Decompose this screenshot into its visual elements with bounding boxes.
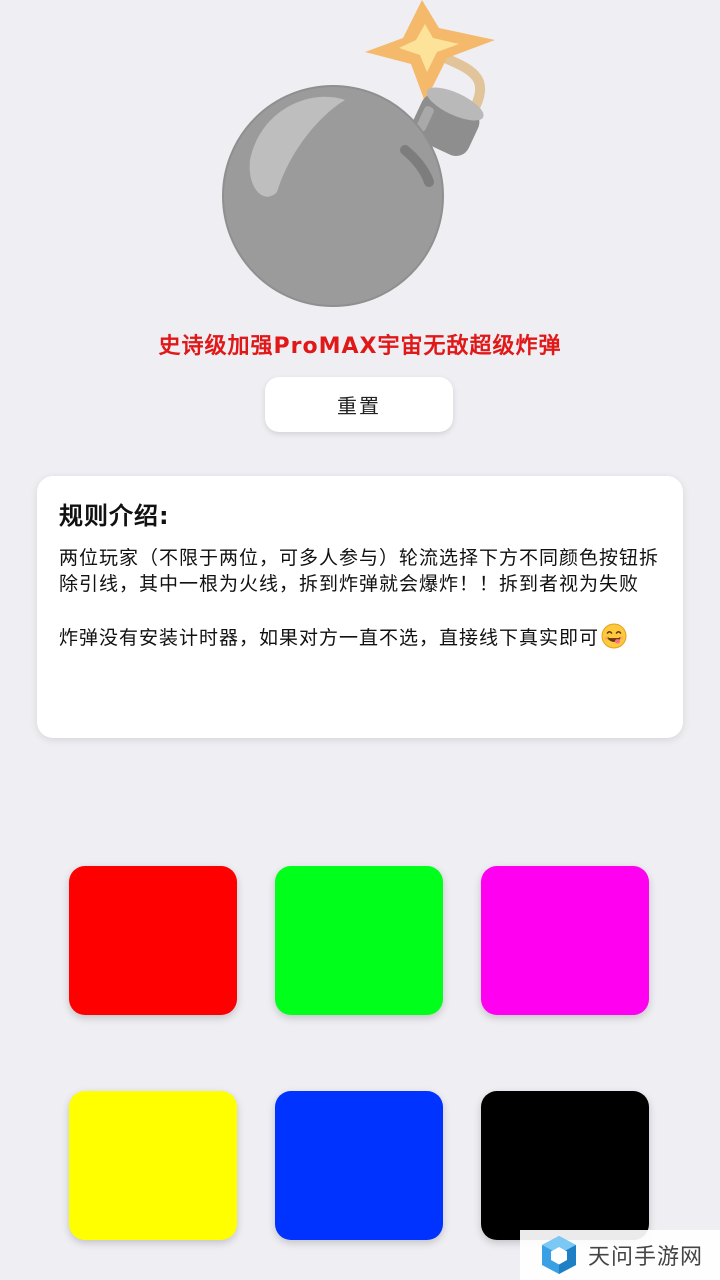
- cube-logo-icon: [542, 1236, 576, 1274]
- wire-button-magenta[interactable]: [481, 866, 649, 1015]
- wire-button-red[interactable]: [69, 866, 237, 1015]
- watermark-text: 天问手游网: [588, 1245, 704, 1270]
- wire-button-black[interactable]: [481, 1091, 649, 1240]
- rules-paragraph-2-wrap: 炸弹没有安装计时器，如果对方一直不选，直接线下真实即可: [59, 623, 661, 651]
- bomb-icon: [222, 0, 495, 307]
- rules-paragraph-2: 炸弹没有安装计时器，如果对方一直不选，直接线下真实即可: [59, 627, 600, 649]
- wire-button-yellow[interactable]: [69, 1091, 237, 1240]
- yum-face-icon: [601, 623, 627, 649]
- rules-paragraph-1: 两位玩家（不限于两位，可多人参与）轮流选择下方不同颜色按钮拆除引线，其中一根为火…: [59, 547, 660, 595]
- wire-button-green[interactable]: [275, 866, 443, 1015]
- page-title: 史诗级加强ProMAX宇宙无敌超级炸弹: [158, 334, 562, 359]
- wire-button-blue[interactable]: [275, 1091, 443, 1240]
- rules-title: 规则介绍:: [59, 502, 170, 530]
- rules-card: 规则介绍: 两位玩家（不限于两位，可多人参与）轮流选择下方不同颜色按钮拆除引线，…: [37, 476, 683, 738]
- watermark: 天问手游网: [520, 1230, 720, 1280]
- reset-button[interactable]: 重置: [265, 377, 453, 432]
